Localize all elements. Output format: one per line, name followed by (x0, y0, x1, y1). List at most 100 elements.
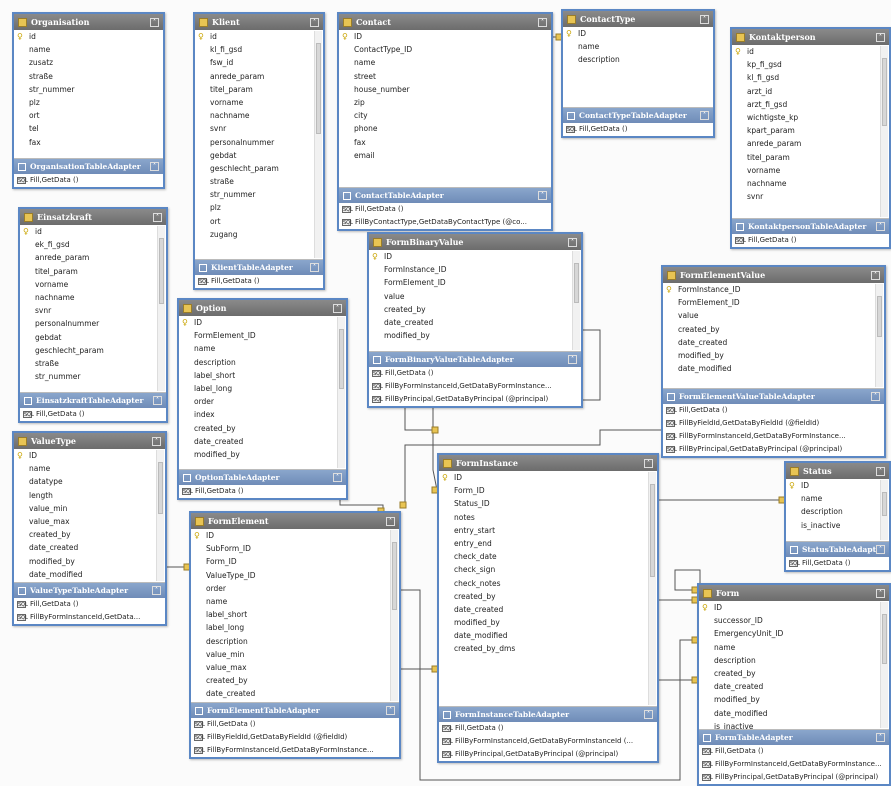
table-field[interactable]: personalnummer (195, 136, 315, 149)
table-field[interactable]: house_number (339, 83, 551, 96)
table-forminstance[interactable]: FormInstance ˄ ♀ ID Form_ID Status_ID notes ent… (437, 453, 659, 763)
table-field[interactable]: FormElement_ID (179, 329, 338, 342)
scrollbar[interactable] (157, 226, 165, 391)
table-field[interactable]: ♀ id (14, 30, 163, 43)
table-field[interactable]: check_sign (439, 563, 649, 576)
scrollbar-thumb[interactable] (392, 542, 397, 611)
table-field[interactable]: straße (20, 357, 158, 370)
table-field[interactable]: index (179, 408, 338, 421)
table-field[interactable]: str_nummer (20, 370, 158, 383)
table-field[interactable]: ♀ ID (179, 316, 338, 329)
table-field[interactable]: ♀ ID (339, 30, 551, 43)
table-field[interactable]: ♀ ID (786, 479, 881, 492)
table-field[interactable]: name (179, 342, 338, 355)
scrollbar[interactable] (875, 284, 883, 387)
table-field[interactable]: modified_by (663, 349, 876, 362)
table-field[interactable]: is_inactive (786, 519, 881, 532)
table-header[interactable]: Form ˄ (699, 585, 889, 601)
table-field[interactable]: created_by (14, 528, 157, 541)
table-field[interactable]: description (563, 53, 713, 66)
table-header[interactable]: Einsatzkraft ˄ (20, 209, 166, 225)
chevron-up-icon[interactable]: ˄ (871, 392, 880, 401)
table-field[interactable]: svnr (732, 190, 881, 203)
table-field[interactable]: nachname (732, 177, 881, 190)
table-field[interactable]: fax (339, 136, 551, 149)
table-field[interactable]: straße (14, 70, 163, 83)
table-field[interactable]: created_by_dms (439, 642, 649, 655)
table-adapter-header[interactable]: FormTableAdapter ˄ (699, 730, 889, 745)
table-field[interactable]: created_by (369, 303, 573, 316)
adapter-method[interactable]: SQL Fill,GetData () (339, 203, 551, 216)
table-field[interactable]: ♀ id (732, 45, 881, 58)
adapter-method[interactable]: SQL Fill,GetData () (786, 557, 889, 570)
table-field[interactable]: modified_by (699, 693, 881, 706)
table-field[interactable]: ♀ ID (191, 529, 391, 542)
chevron-up-icon[interactable]: ˄ (538, 191, 547, 200)
chevron-up-icon[interactable]: ˄ (700, 14, 709, 24)
table-adapter-header[interactable]: KontaktpersonTableAdapter ˄ (732, 219, 889, 234)
table-field[interactable]: date_created (369, 316, 573, 329)
table-field[interactable]: date_created (179, 435, 338, 448)
adapter-method[interactable]: SQL FillByPrincipal,GetDataByPrincipal (@… (699, 771, 889, 784)
table-field[interactable]: value_max (14, 515, 157, 528)
chevron-up-icon[interactable]: ˄ (310, 263, 319, 272)
table-field[interactable]: date_modified (663, 362, 876, 375)
table-option[interactable]: Option ˄ ♀ ID FormElement_ID name description l… (177, 298, 348, 500)
table-field[interactable]: entry_end (439, 537, 649, 550)
table-field[interactable]: wichtigste_kp (732, 111, 881, 124)
table-field[interactable]: date_created (191, 687, 391, 700)
table-field[interactable]: Form_ID (439, 484, 649, 497)
table-field[interactable]: created_by (191, 674, 391, 687)
table-field[interactable]: kpart_param (732, 124, 881, 137)
chevron-up-icon[interactable]: ˄ (876, 588, 885, 598)
adapter-method[interactable]: SQL FillByFormInstanceId,GetDataByFormIns… (699, 758, 889, 771)
table-field[interactable]: ♀ FormInstance_ID (663, 283, 876, 296)
table-field[interactable]: entry_start (439, 524, 649, 537)
chevron-up-icon[interactable]: ˄ (333, 303, 342, 313)
table-field[interactable]: notes (439, 511, 649, 524)
table-status[interactable]: Status ˄ ♀ ID name description is_inactive Stat… (784, 461, 891, 572)
table-field[interactable]: vorname (732, 164, 881, 177)
table-field[interactable]: modified_by (14, 555, 157, 568)
table-field[interactable]: name (786, 492, 881, 505)
table-adapter-header[interactable]: OptionTableAdapter ˄ (179, 470, 346, 485)
table-field[interactable]: zusatz (14, 56, 163, 69)
scrollbar-thumb[interactable] (339, 329, 344, 390)
chevron-up-icon[interactable]: ˄ (150, 17, 159, 27)
adapter-method[interactable]: SQL Fill,GetData () (14, 598, 165, 611)
table-field[interactable]: anrede_param (195, 70, 315, 83)
table-klient[interactable]: Klient ˄ ♀ id kl_fi_gsd fsw_id anrede_param tit… (193, 12, 325, 290)
adapter-method[interactable]: SQL FillByFormInstanceId,GetDataByFormIns… (663, 430, 884, 443)
table-field[interactable]: personalnummer (20, 317, 158, 330)
scrollbar-thumb[interactable] (877, 296, 882, 338)
table-field[interactable]: description (179, 356, 338, 369)
table-field[interactable]: titel_param (195, 83, 315, 96)
table-field[interactable]: kl_fi_gsd (195, 43, 315, 56)
adapter-method[interactable]: SQL FillByFieldId,GetDataByFieldId (@fiel… (663, 417, 884, 430)
table-adapter-header[interactable]: StatusTableAdapter˄ (786, 542, 889, 557)
table-field[interactable]: city (339, 109, 551, 122)
table-field[interactable]: date_modified (14, 568, 157, 581)
table-field[interactable]: date_modified (699, 707, 881, 720)
scrollbar[interactable] (337, 317, 345, 468)
adapter-method[interactable]: SQL Fill,GetData () (14, 174, 163, 187)
table-field[interactable]: date_modified (439, 629, 649, 642)
table-field[interactable]: ort (195, 215, 315, 228)
table-field[interactable]: arzt_id (732, 85, 881, 98)
table-field[interactable]: ek_fi_gsd (20, 238, 158, 251)
scrollbar-thumb[interactable] (159, 238, 164, 304)
table-field[interactable]: name (14, 43, 163, 56)
table-kontaktperson[interactable]: Kontaktperson ˄ ♀ id kp_fi_gsd kl_fi_gsd arzt_… (730, 27, 891, 249)
table-adapter-header[interactable]: EinsatzkraftTableAdapter ˄ (20, 393, 166, 408)
table-field[interactable]: name (699, 641, 881, 654)
table-adapter-header[interactable]: FormElementTableAdapter ˄ (191, 703, 399, 718)
table-field[interactable]: gebdat (195, 149, 315, 162)
table-field[interactable]: description (191, 635, 391, 648)
table-field[interactable]: nachname (20, 291, 158, 304)
table-field[interactable]: name (339, 56, 551, 69)
table-field[interactable]: vorname (20, 278, 158, 291)
table-field[interactable]: str_nummer (195, 188, 315, 201)
table-header[interactable]: ValueType ˄ (14, 433, 165, 449)
table-field[interactable]: ♀ ID (369, 250, 573, 263)
table-organisation[interactable]: Organisation ˄ ♀ id name zusatz straße str_numm… (12, 12, 165, 189)
